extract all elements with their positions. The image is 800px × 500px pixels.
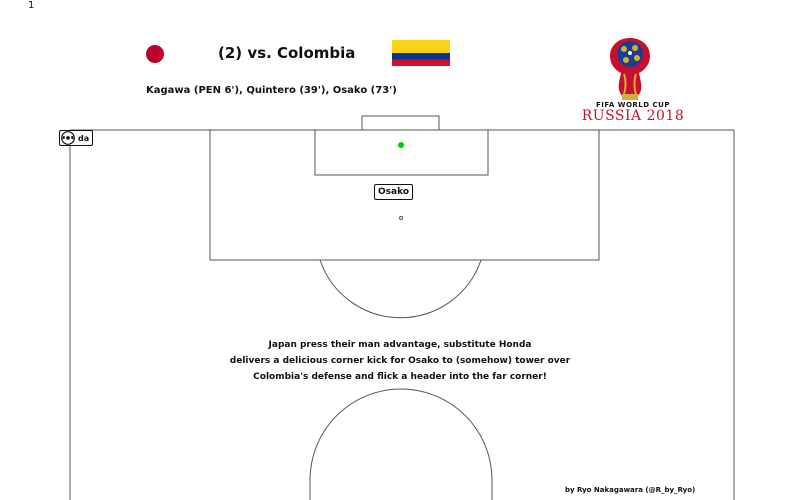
description-line-3: Colombia's defense and flick a header in…: [253, 372, 547, 382]
soccer-ball-icon: [61, 131, 75, 145]
goal: [361, 115, 440, 131]
ball-marker: [398, 142, 404, 148]
description-line-2: delivers a delicious corner kick for Osa…: [229, 356, 571, 366]
centre-circle: [309, 388, 493, 500]
scorer-label: Osako: [374, 184, 414, 200]
pitch: [69, 115, 735, 500]
penalty-spot: [399, 216, 403, 220]
penalty-arc: [319, 259, 482, 319]
six-yard-box: [314, 129, 489, 176]
author-credit: by Ryo Nakagawara (@R_by_Ryo): [565, 486, 696, 494]
player-tag-label: da: [78, 133, 90, 143]
goal-description: Japan press their man advantage, substit…: [200, 337, 600, 385]
player-tag: da: [59, 130, 94, 146]
description-line-1: Japan press their man advantage, substit…: [268, 340, 532, 350]
